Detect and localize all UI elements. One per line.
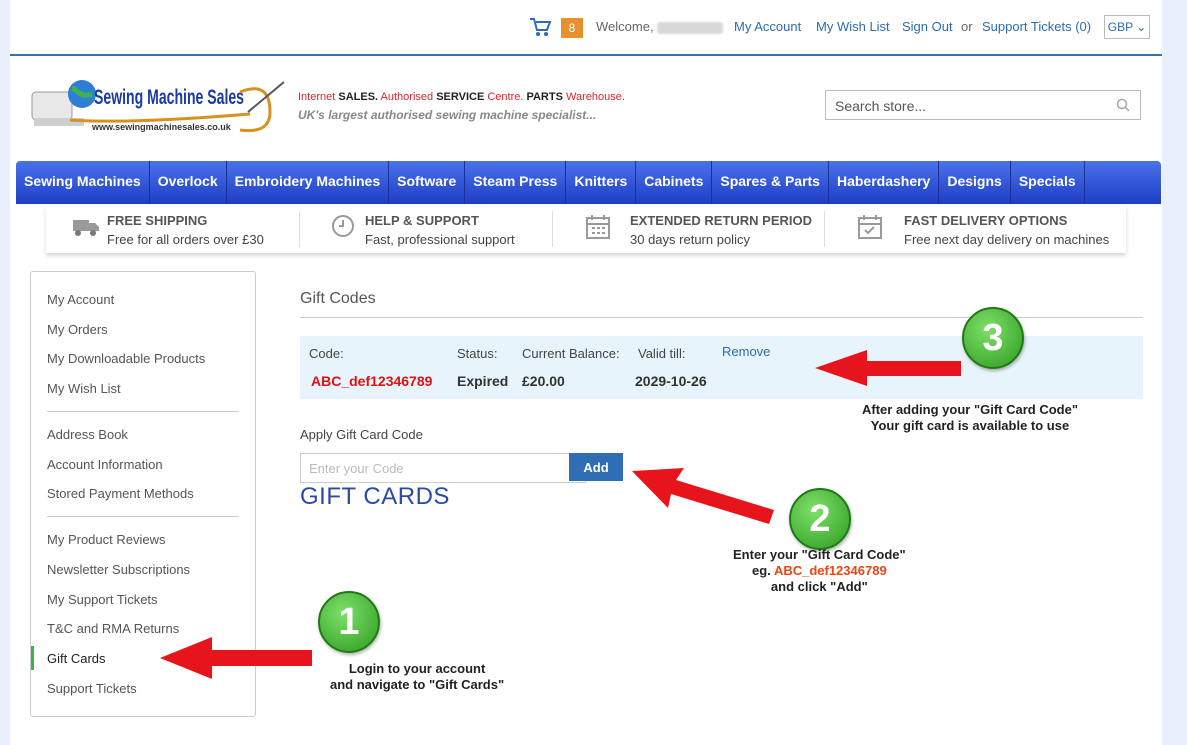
cart-count-badge[interactable]: 8 [561, 18, 583, 38]
add-button[interactable]: Add [569, 453, 623, 481]
page-title: Gift Codes [300, 290, 376, 307]
active-indicator [31, 646, 34, 670]
feature-subtitle: Free for all orders over £30 [107, 232, 264, 247]
nav-overlock[interactable]: Overlock [150, 161, 227, 204]
search-icon[interactable] [1116, 98, 1130, 112]
step-3-note: After adding your "Gift Card Code" Your … [862, 402, 1078, 433]
clock-icon [332, 215, 354, 237]
features-strip: FREE SHIPPING Free for all orders over £… [46, 205, 1126, 253]
sidebar-item-address-book[interactable]: Address Book [47, 427, 128, 442]
svg-text:Sewing Machine Sales: Sewing Machine Sales [94, 86, 244, 109]
or-text: or [961, 19, 973, 34]
calendar-icon [586, 215, 610, 239]
svg-text:www.sewingmachinesales.co.uk: www.sewingmachinesales.co.uk [91, 122, 232, 132]
main-nav: Sewing Machines Overlock Embroidery Mach… [16, 161, 1161, 204]
calendar-check-icon [858, 215, 882, 239]
step-1-badge: 1 [318, 591, 380, 653]
search-input[interactable]: Search store... [825, 90, 1141, 120]
nav-cabinets[interactable]: Cabinets [636, 161, 713, 204]
feature-title: EXTENDED RETURN PERIOD [630, 213, 813, 228]
nav-knitters[interactable]: Knitters [566, 161, 637, 204]
feature-title: FREE SHIPPING [107, 213, 208, 228]
divider [47, 411, 239, 412]
sidebar-item-wish-list[interactable]: My Wish List [47, 381, 121, 396]
sidebar-item-account-information[interactable]: Account Information [47, 457, 163, 472]
valid-label: Valid till: [638, 346, 686, 361]
step-3-badge: 3 [962, 307, 1024, 369]
support-tickets-link[interactable]: Support Tickets (0) [982, 19, 1091, 34]
gift-code-value: ABC_def12346789 [311, 373, 433, 389]
feature-title: HELP & SUPPORT [365, 213, 479, 228]
feature-subtitle: Fast, professional support [365, 232, 515, 247]
sidebar-item-stored-payment-methods[interactable]: Stored Payment Methods [47, 486, 194, 501]
cart-icon[interactable] [529, 16, 551, 38]
sidebar-item-product-reviews[interactable]: My Product Reviews [47, 532, 165, 547]
currency-select[interactable]: GBP ⌄ [1104, 15, 1150, 39]
code-label: Code: [309, 346, 344, 361]
remove-link[interactable]: Remove [722, 344, 770, 359]
sidebar-item-support-tickets[interactable]: Support Tickets [47, 681, 137, 696]
arrow-left-icon [632, 468, 774, 524]
sidebar-item-tc-rma-returns[interactable]: T&C and RMA Returns [47, 621, 179, 636]
chevron-down-icon: ⌄ [1136, 20, 1147, 34]
sidebar-item-gift-cards[interactable]: Gift Cards [47, 651, 106, 666]
nav-designs[interactable]: Designs [939, 161, 1011, 204]
nav-specials[interactable]: Specials [1011, 161, 1085, 204]
sign-out-link[interactable]: Sign Out [902, 19, 953, 34]
blurred-username [656, 21, 723, 34]
search-placeholder: Search store... [835, 98, 927, 114]
divider [47, 516, 239, 517]
sidebar-item-my-orders[interactable]: My Orders [47, 322, 108, 337]
step-1-note: Login to your account and navigate to "G… [330, 661, 505, 692]
sidebar-item-my-account[interactable]: My Account [47, 292, 114, 307]
step-2-badge: 2 [789, 488, 851, 550]
divider [299, 211, 300, 247]
divider [824, 211, 825, 247]
nav-steam-press[interactable]: Steam Press [465, 161, 567, 204]
step-2-note: Enter your "Gift Card Code" eg. ABC_def1… [733, 547, 906, 594]
nav-software[interactable]: Software [389, 161, 466, 204]
nav-haberdashery[interactable]: Haberdashery [829, 161, 940, 204]
truck-icon [73, 220, 99, 236]
nav-embroidery-machines[interactable]: Embroidery Machines [227, 161, 390, 204]
site-logo[interactable]: Sewing Machine Sales www.sewingmachinesa… [30, 72, 290, 142]
status-label: Status: [457, 346, 498, 361]
tagline-specialist: UK's largest authorised sewing machine s… [298, 108, 597, 122]
arrow-left-icon [160, 637, 312, 679]
nav-spares-parts[interactable]: Spares & Parts [712, 161, 829, 204]
my-account-link[interactable]: My Account [734, 19, 801, 34]
divider [552, 211, 553, 247]
gift-cards-heading: GIFT CARDS [300, 483, 450, 510]
nav-sewing-machines[interactable]: Sewing Machines [16, 161, 150, 204]
welcome-text: Welcome, [596, 19, 723, 34]
balance-label: Current Balance: [522, 346, 620, 361]
sidebar-item-newsletter[interactable]: Newsletter Subscriptions [47, 562, 190, 577]
balance-value: £20.00 [522, 373, 565, 389]
apply-code-label: Apply Gift Card Code [300, 427, 423, 442]
page: 8 Welcome, My Account My Wish List Sign … [10, 0, 1162, 745]
status-value: Expired [457, 373, 509, 389]
gift-code-input[interactable] [300, 453, 586, 483]
valid-value: 2029-10-26 [635, 373, 707, 389]
my-wish-list-link[interactable]: My Wish List [816, 19, 890, 34]
top-bar: 8 Welcome, My Account My Wish List Sign … [10, 0, 1162, 56]
feature-title: FAST DELIVERY OPTIONS [904, 213, 1068, 228]
feature-subtitle: 30 days return policy [630, 232, 750, 247]
sidebar-item-my-support-tickets[interactable]: My Support Tickets [47, 592, 158, 607]
sidebar-item-downloadable-products[interactable]: My Downloadable Products [47, 351, 205, 366]
feature-subtitle: Free next day delivery on machines [904, 232, 1110, 247]
tagline-services: Internet SALES. Authorised SERVICE Centr… [298, 91, 625, 103]
arrow-left-icon [815, 350, 961, 386]
